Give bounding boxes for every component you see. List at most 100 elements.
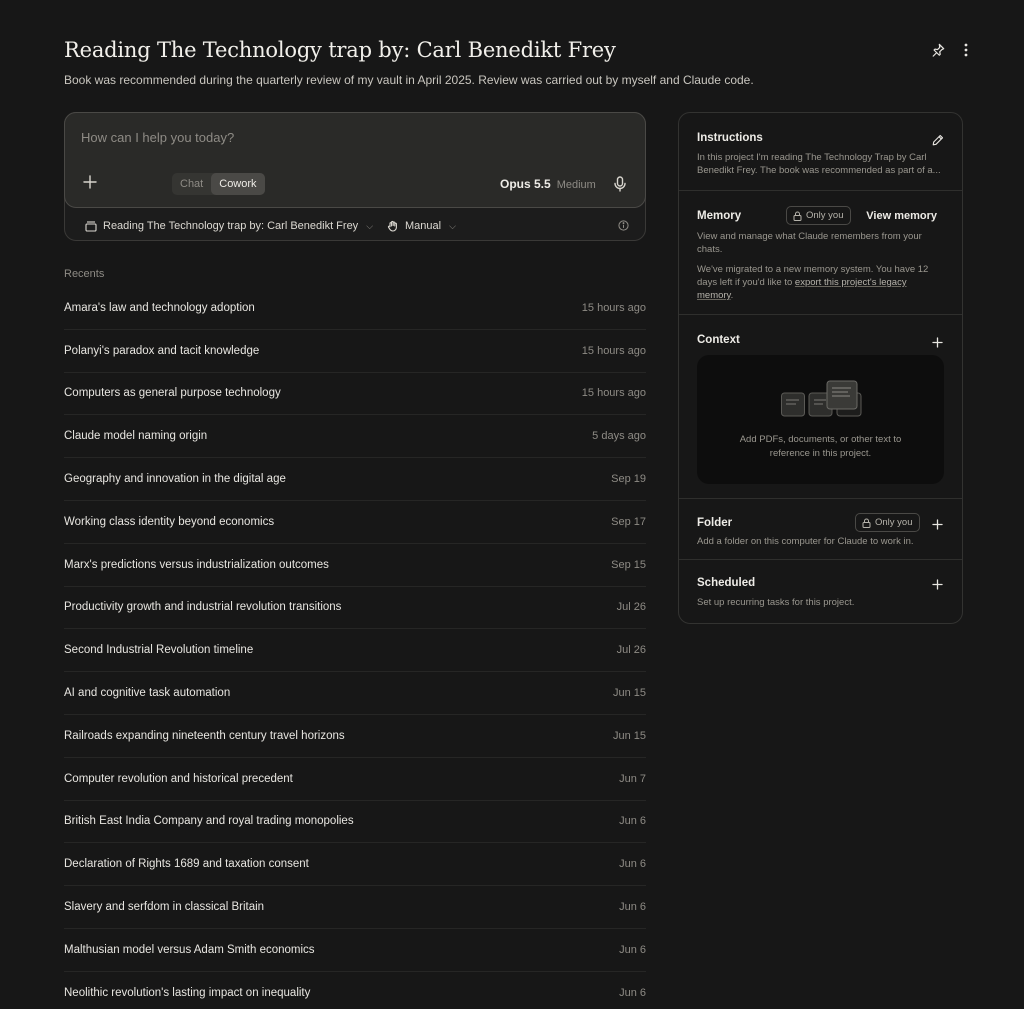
recent-chat-time: Jul 26 <box>616 644 646 657</box>
folder-badge-label: Only you <box>875 517 913 528</box>
recent-chat-title: Marx's predictions versus industrializat… <box>64 558 329 571</box>
recent-chat-item[interactable]: Malthusian model versus Adam Smith econo… <box>64 929 646 972</box>
recent-chat-title: Second Industrial Revolution timeline <box>64 644 254 657</box>
model-name: Opus 5.5 <box>500 177 551 191</box>
context-section: Context Add PDFs, documents, or other te… <box>679 315 962 499</box>
instructions-section[interactable]: Instructions In this project I'm reading… <box>679 113 962 191</box>
instructions-title: Instructions <box>697 132 763 144</box>
instructions-text: In this project I'm reading The Technolo… <box>697 152 941 176</box>
mode-chat-tab[interactable]: Chat <box>172 173 211 195</box>
recent-chat-title: Computer revolution and historical prece… <box>64 772 293 785</box>
add-folder-icon[interactable] <box>932 517 944 530</box>
recent-chat-time: Jun 7 <box>619 772 646 785</box>
recent-chat-item[interactable]: Computer revolution and historical prece… <box>64 758 646 801</box>
recent-chat-title: Amara's law and technology adoption <box>64 301 255 314</box>
memory-badge-label: Only you <box>806 210 844 221</box>
page-subtitle: Book was recommended during the quarterl… <box>64 73 754 87</box>
composer-footer: Reading The Technology trap by: Carl Ben… <box>85 218 630 234</box>
recent-chat-item[interactable]: Geography and innovation in the digital … <box>64 458 646 501</box>
recent-chat-time: Sep 15 <box>611 558 646 571</box>
recent-chat-item[interactable]: AI and cognitive task automation Jun 15 <box>64 672 646 715</box>
folder-privacy-badge: Only you <box>855 513 920 532</box>
microphone-icon[interactable] <box>614 176 628 192</box>
context-title: Context <box>697 334 740 346</box>
folder-text: Add a folder on this computer for Claude… <box>697 536 914 547</box>
project-selector[interactable]: Reading The Technology trap by: Carl Ben… <box>85 220 373 232</box>
context-empty-text: Add PDFs, documents, or other text to re… <box>739 434 902 459</box>
pin-icon[interactable] <box>930 40 946 60</box>
permission-label: Manual <box>405 220 442 232</box>
recent-chat-title: Railroads expanding nineteenth century t… <box>64 729 345 742</box>
recent-chat-item[interactable]: Neolithic revolution's lasting impact on… <box>64 972 646 1009</box>
memory-title: Memory <box>697 210 742 222</box>
message-input[interactable] <box>81 130 621 145</box>
composer-container: Chat Cowork Opus 5.5 Medium Reading The … <box>64 112 646 241</box>
recent-chat-title: Polanyi's paradox and tacit knowledge <box>64 344 260 357</box>
recent-chat-item[interactable]: Working class identity beyond economics S… <box>64 501 646 544</box>
recent-chat-item[interactable]: Slavery and serfdom in classical Britain… <box>64 886 646 929</box>
add-scheduled-task-icon[interactable] <box>932 577 944 590</box>
page-header: Reading The Technology trap by: Carl Ben… <box>64 36 974 88</box>
recent-chat-title: Working class identity beyond economics <box>64 515 275 528</box>
recents-list: Amara's law and technology adoption 15 ho… <box>64 287 646 1009</box>
lock-icon <box>793 211 802 221</box>
lock-icon <box>862 518 871 528</box>
recent-chat-time: 5 days ago <box>592 430 646 443</box>
recent-chat-time: Jun 15 <box>612 729 646 742</box>
recent-chat-title: Declaration of Rights 1689 and taxation … <box>64 858 309 871</box>
recent-chat-title: Claude model naming origin <box>64 430 208 443</box>
recent-chat-item[interactable]: Declaration of Rights 1689 and taxation … <box>64 843 646 887</box>
recent-chat-title: Malthusian model versus Adam Smith econo… <box>64 943 315 956</box>
recent-chat-time: 15 hours ago <box>581 344 646 357</box>
model-effort: Medium <box>556 179 596 191</box>
memory-privacy-badge: Only you <box>786 206 851 225</box>
recent-chat-item[interactable]: Polanyi's paradox and tacit knowledge 15 … <box>64 330 646 373</box>
add-attachment-icon[interactable] <box>83 175 99 191</box>
documents-icon <box>781 380 862 417</box>
info-icon[interactable] <box>618 220 630 232</box>
more-options-icon[interactable] <box>958 40 974 60</box>
recent-chat-title: Neolithic revolution's lasting impact on… <box>64 986 311 999</box>
recent-chat-time: Jun 6 <box>619 901 646 914</box>
model-selector[interactable]: Opus 5.5 Medium <box>500 177 596 191</box>
memory-text: View and manage what Claude remembers fr… <box>697 231 922 255</box>
mode-cowork-tab[interactable]: Cowork <box>211 173 265 195</box>
header-actions <box>930 40 974 60</box>
mode-toggle: Chat Cowork <box>172 173 265 195</box>
recent-chat-item[interactable]: Productivity growth and industrial revol… <box>64 587 646 630</box>
permission-selector[interactable]: Manual ⌵ <box>387 220 456 232</box>
context-dropzone[interactable]: Add PDFs, documents, or other text to re… <box>697 355 944 484</box>
recent-chat-time: Jun 15 <box>612 687 646 700</box>
view-memory-link[interactable]: View memory <box>866 210 937 222</box>
recent-chat-item[interactable]: Marx's predictions versus industrializat… <box>64 544 646 587</box>
recent-chat-title: Geography and innovation in the digital … <box>64 473 286 486</box>
folder-title: Folder <box>697 517 733 529</box>
recent-chat-item[interactable]: Amara's law and technology adoption 15 ho… <box>64 287 646 330</box>
add-context-icon[interactable] <box>932 335 944 348</box>
recent-chat-time: Sep 17 <box>611 515 646 528</box>
project-sidebar: Instructions In this project I'm reading… <box>678 112 963 624</box>
recent-chat-item[interactable]: Claude model naming origin 5 days ago <box>64 415 646 459</box>
recent-chat-item[interactable]: Railroads expanding nineteenth century t… <box>64 715 646 758</box>
recent-chat-title: Computers as general purpose technology <box>64 387 281 400</box>
hand-icon <box>387 220 397 232</box>
edit-pencil-icon[interactable] <box>932 133 944 146</box>
recent-chat-title: British East India Company and royal tra… <box>64 815 354 828</box>
recent-chat-time: Jun 6 <box>619 943 646 956</box>
recent-chat-item[interactable]: Computers as general purpose technology 1… <box>64 373 646 416</box>
recent-chat-time: Sep 19 <box>611 473 646 486</box>
project-label: Reading The Technology trap by: Carl Ben… <box>103 220 359 232</box>
recent-chat-item[interactable]: Second Industrial Revolution timeline Jul… <box>64 629 646 673</box>
recent-chat-time: 15 hours ago <box>581 387 646 400</box>
recents-heading: Recents <box>64 268 105 280</box>
memory-section: Memory Only you View memory View and man… <box>679 191 962 315</box>
recent-chat-title: Slavery and serfdom in classical Britain <box>64 901 265 914</box>
scheduled-text: Set up recurring tasks for this project. <box>697 597 855 608</box>
chevron-down-icon: ⌵ <box>366 220 374 231</box>
folder-section: Folder Only you Add a folder on this com… <box>679 499 962 560</box>
recent-chat-title: Productivity growth and industrial revol… <box>64 601 342 614</box>
project-folder-icon <box>85 220 97 232</box>
recent-chat-time: Jul 26 <box>616 601 646 614</box>
recent-chat-item[interactable]: British East India Company and royal tra… <box>64 801 646 844</box>
recent-chat-time: Jun 6 <box>619 815 646 828</box>
